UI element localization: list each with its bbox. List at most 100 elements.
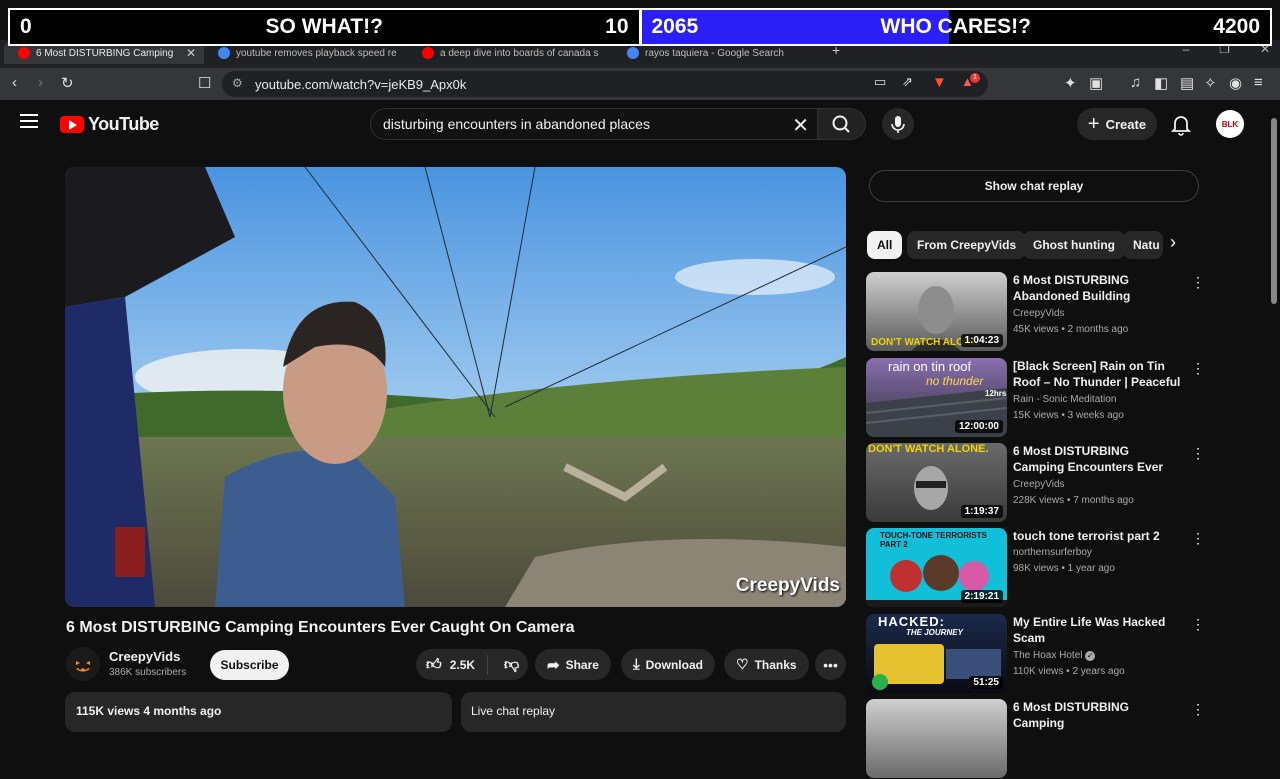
video-thumbnail[interactable]: HACKED: THE JOURNEY 51:25	[866, 614, 1007, 693]
more-vertical-icon[interactable]: ⋮	[1191, 274, 1205, 291]
thumbnail-caption: TOUCH-TONE TERRORISTS PART 2	[880, 531, 987, 549]
voice-search-button[interactable]	[882, 108, 914, 140]
reload-icon[interactable]: ↻	[61, 74, 74, 92]
download-button[interactable]: ⤓ Download	[621, 649, 715, 680]
recommended-title[interactable]: My Entire Life Was Hacked Scam	[1013, 614, 1183, 646]
video-thumbnail[interactable]: rain on tin roof no thunder 12hrs 12:00:…	[866, 358, 1007, 437]
dislike-button[interactable]: 👎︎	[494, 656, 519, 674]
account-avatar[interactable]: BLK	[1216, 110, 1244, 138]
subscriber-count: 386K subscribers	[109, 667, 187, 678]
score-right-a: 2065	[651, 15, 699, 38]
chip-all[interactable]: All	[867, 231, 903, 259]
video-thumbnail[interactable]: TOUCH-TONE TERRORISTS PART 2 2:19:21	[866, 528, 1007, 607]
video-thumbnail[interactable]: DON'T WATCH ALONE. 1:04:23	[866, 272, 1007, 351]
clear-search-icon[interactable]: ✕	[792, 113, 809, 138]
like-button[interactable]: 👍︎ 2.5K	[416, 654, 488, 675]
back-icon[interactable]: ‹	[12, 74, 17, 91]
recommended-meta: 98K views • 1 year ago	[1013, 563, 1115, 574]
thanks-button[interactable]: ♡ Thanks	[724, 649, 809, 680]
recommended-video[interactable]: DON'T WATCH ALONE. 1:04:23 6 Most DISTUR…	[866, 272, 1206, 352]
hamburger-menu-icon[interactable]	[20, 114, 38, 128]
recommended-video[interactable]: rain on tin roof no thunder 12hrs 12:00:…	[866, 358, 1206, 438]
live-chat-replay-panel[interactable]: Live chat replay	[461, 692, 846, 732]
like-count: 2.5K	[449, 657, 476, 672]
more-actions-button[interactable]: •••	[815, 649, 846, 680]
plus-icon: +	[1087, 112, 1100, 135]
video-player[interactable]: CreepyVids	[65, 167, 846, 607]
recommended-meta: 15K views • 3 weeks ago	[1013, 410, 1124, 421]
recommended-title[interactable]: 6 Most DISTURBING Abandoned Building Enc…	[1013, 272, 1183, 304]
recommended-title[interactable]: 6 Most DISTURBING Camping	[1013, 699, 1183, 731]
page-scrollbar-thumb[interactable]	[1271, 118, 1277, 304]
video-thumbnail[interactable]: DON'T WATCH ALONE. 1:19:37	[866, 443, 1007, 522]
brave-shield-icon[interactable]: ▼	[932, 74, 947, 91]
pumpkin-icon	[76, 661, 90, 672]
recommended-channel[interactable]: Rain - Sonic Meditation	[1013, 394, 1116, 405]
notifications-bell-icon[interactable]	[1170, 112, 1192, 136]
media-icon[interactable]: ▣	[1089, 74, 1103, 92]
video-thumbnail[interactable]	[866, 699, 1007, 778]
heart-dollar-icon: ♡	[736, 656, 749, 672]
leo-icon[interactable]: ✧	[1204, 74, 1217, 92]
chip-nature[interactable]: Natu	[1123, 231, 1163, 259]
thumbnail-caption-hours: 12hrs	[985, 389, 1007, 398]
thumbnail-caption: HACKED:	[878, 614, 945, 629]
recommended-channel[interactable]: CreepyVids	[1013, 308, 1065, 319]
scoreboard-right: 2065 WHO CARES!? 4200	[641, 10, 1270, 44]
more-vertical-icon[interactable]: ⋮	[1191, 701, 1205, 718]
thumbs-up-icon: 👍︎	[426, 655, 442, 673]
search-button[interactable]	[818, 108, 866, 140]
thumbs-down-icon: 👎︎	[504, 655, 520, 673]
site-info-icon[interactable]: ⚙	[232, 76, 243, 90]
recommended-video[interactable]: TOUCH-TONE TERRORISTS PART 2 2:19:21 tou…	[866, 528, 1206, 608]
video-duration: 1:19:37	[960, 505, 1003, 518]
more-vertical-icon[interactable]: ⋮	[1191, 445, 1205, 462]
scoreboard-overlay: 0 SO WHAT!? 10 2065 WHO CARES!? 4200	[8, 8, 1272, 46]
recommended-title[interactable]: [Black Screen] Rain on Tin Roof – No Thu…	[1013, 358, 1183, 390]
share-button[interactable]: ➦ Share	[535, 649, 611, 680]
channel-name-link[interactable]: CreepyVids	[109, 649, 180, 664]
create-button[interactable]: + Create	[1077, 108, 1157, 140]
recommended-channel[interactable]: The Hoax Hotel ✓	[1013, 650, 1096, 661]
score-left-b: 10	[605, 15, 629, 38]
video-duration: 51:25	[969, 676, 1003, 689]
thumbnail-caption: DON'T WATCH ALONE.	[868, 443, 989, 455]
channel-avatar[interactable]	[66, 647, 100, 681]
share-label: Share	[565, 657, 599, 672]
cast-icon[interactable]: ▭	[874, 74, 886, 90]
recommended-channel[interactable]: CreepyVids	[1013, 479, 1065, 490]
more-vertical-icon[interactable]: ⋮	[1191, 360, 1205, 377]
thanks-label: Thanks	[754, 657, 797, 672]
close-tab-icon[interactable]: ✕	[186, 46, 196, 60]
recommended-channel[interactable]: northernsurferboy	[1013, 547, 1092, 558]
chip-ghost-hunting[interactable]: Ghost hunting	[1023, 231, 1125, 259]
chip-from-creepyvids[interactable]: From CreepyVids	[907, 231, 1027, 259]
recommended-video[interactable]: DON'T WATCH ALONE. 1:19:37 6 Most DISTUR…	[866, 443, 1206, 523]
share-page-icon[interactable]: ⇗	[902, 74, 913, 90]
views-and-date: 115K views 4 months ago	[76, 704, 222, 718]
search-input[interactable]: disturbing encounters in abandoned place…	[370, 108, 818, 140]
sidebar-icon[interactable]: ◧	[1154, 74, 1168, 92]
recommended-video[interactable]: HACKED: THE JOURNEY 51:25 My Entire Life…	[866, 614, 1206, 694]
more-vertical-icon[interactable]: ⋮	[1191, 530, 1205, 547]
chip-next-arrow-icon[interactable]: ›	[1170, 232, 1176, 253]
forward-icon[interactable]: ›	[38, 74, 43, 91]
wallet-icon[interactable]: ▤	[1180, 74, 1194, 92]
extensions-icon[interactable]: ✦	[1064, 74, 1077, 92]
share-arrow-icon: ➦	[547, 656, 560, 674]
subscribe-button[interactable]: Subscribe	[210, 650, 289, 680]
thumbnail-caption-secondary: THE JOURNEY	[906, 628, 963, 637]
recommended-title[interactable]: 6 Most DISTURBING Camping Encounters Eve…	[1013, 443, 1183, 475]
vpn-icon[interactable]: ◉	[1229, 74, 1242, 92]
menu-icon[interactable]: ≡	[1254, 74, 1263, 91]
more-vertical-icon[interactable]: ⋮	[1191, 616, 1205, 633]
tab-title: 6 Most DISTURBING Camping	[36, 47, 174, 59]
video-watermark: CreepyVids	[735, 575, 840, 596]
recommended-video[interactable]: 6 Most DISTURBING Camping ⋮	[866, 699, 1206, 779]
show-chat-replay-button[interactable]: Show chat replay	[869, 170, 1199, 202]
music-icon[interactable]: ♫	[1130, 74, 1141, 91]
youtube-logo[interactable]: YouTube	[60, 114, 159, 135]
description-box[interactable]: 115K views 4 months ago	[65, 692, 452, 732]
bookmark-icon[interactable]: ☐	[198, 74, 211, 92]
recommended-title[interactable]: touch tone terrorist part 2	[1013, 528, 1183, 544]
